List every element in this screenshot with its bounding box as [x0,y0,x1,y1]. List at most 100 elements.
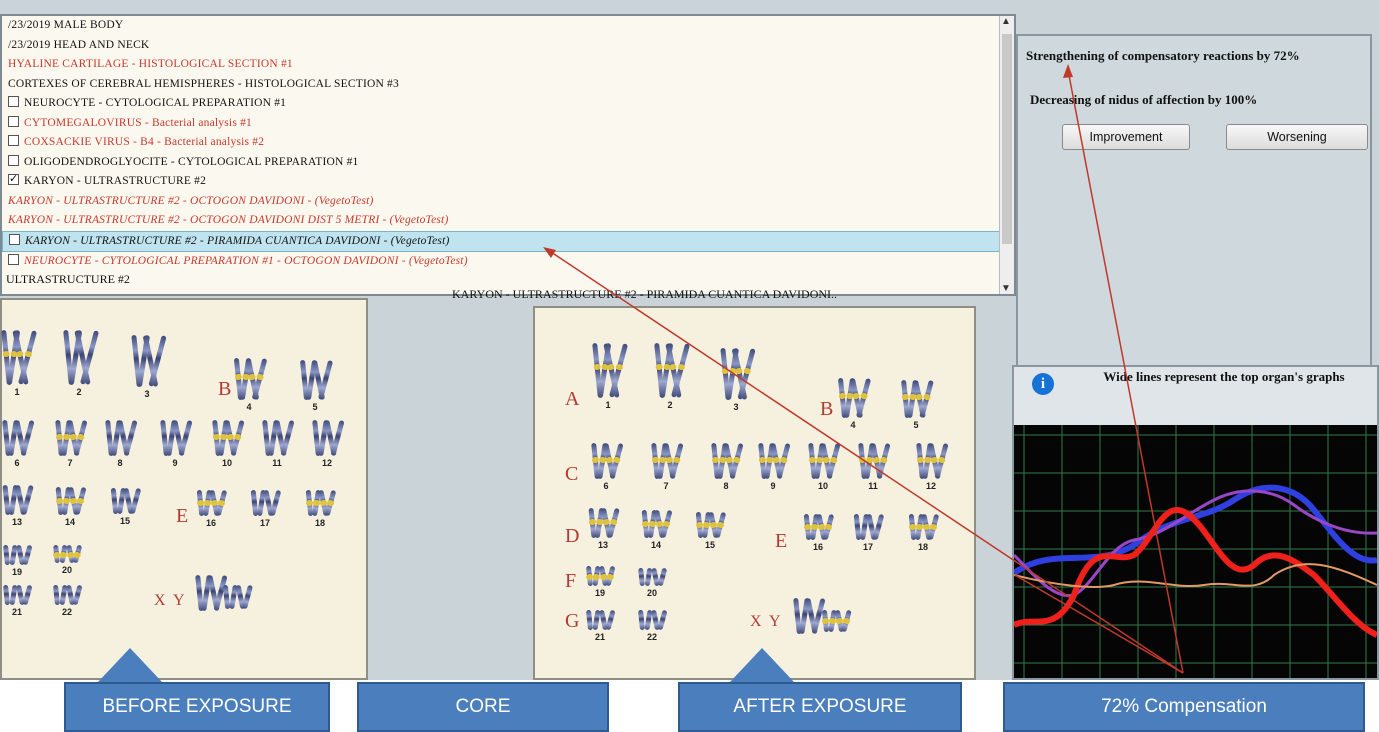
chromosome-number: 21 [11,607,22,617]
chromosome-number: 20 [646,588,657,598]
chromosome-pair: 15 [110,487,142,526]
list-item-checkbox[interactable] [9,233,20,245]
list-item-label: KARYON - ULTRASTRUCTURE #2 - PIRAMIDA CU… [25,234,450,247]
chromosome-number: 1 [605,400,611,410]
chromosome-pair: 20 [52,544,83,575]
chromosome-number: 19 [11,567,22,577]
chromosome-number: 21 [594,632,605,642]
chromatid [74,486,87,516]
chromatid [22,584,33,606]
chromosome-number: 8 [723,481,729,491]
chromatid [841,609,852,633]
list-item-label: KARYON - ULTRASTRUCTURE #2 - OCTOGON DAV… [8,214,449,226]
chromosome-pair: 19 [585,565,616,598]
chromosome-pair: 5 [299,359,334,412]
sex-chromosome-label: X Y [154,592,187,609]
list-item[interactable]: /23/2019 HEAD AND NECK [2,36,1014,56]
chromosome-pair: 8 [711,442,744,491]
worsening-button[interactable]: Worsening [1226,124,1368,150]
list-item-checkbox[interactable] [8,115,19,127]
list-item-checkbox[interactable] [8,154,19,166]
scroll-down-icon[interactable]: ▼ [1001,283,1011,294]
list-item-checkbox[interactable] [8,254,19,265]
chromatid [72,544,83,564]
chromosome-pair: 6 [591,442,624,491]
list-item-checkbox[interactable] [8,170,19,190]
chromosome-number: 16 [205,518,216,528]
list-item[interactable]: COXSACKIE VIRUS - B4 - Bacterial analysi… [2,133,1014,153]
chromatid [714,511,727,539]
chromatid [927,513,940,541]
improvement-button[interactable]: Improvement [1062,124,1190,150]
list-item[interactable]: HYALINE CARTILAGE - HISTOLOGICAL SECTION… [2,55,1014,75]
chromosome-pair: 5 [901,379,934,430]
chromosome-number: 5 [312,402,318,412]
chromosome-number: 12 [321,458,332,468]
chromosome-pair: 10 [808,442,841,491]
chromosome-group-label: F [565,570,577,592]
chromosome-number: 18 [917,542,928,552]
chromatid [605,609,616,631]
list-item-checkbox[interactable] [8,96,19,107]
chromosome-pair [195,574,228,612]
list-item-label: OLIGODENDROGLYOCITE - CYTOLOGICAL PREPAR… [24,155,359,168]
chromosome-pair: 12 [916,442,949,491]
list-item[interactable]: NEUROCYTE - CYTOLOGICAL PREPARATION #1 -… [2,252,1014,272]
app-screen: ▲ ▼ /23/2019 MALE BODY/23/2019 HEAD AND … [0,0,1379,680]
chromosome-pair: 21 [2,584,33,617]
chromosome-number: 4 [850,420,856,430]
list-item-label: NEUROCYTE - CYTOLOGICAL PREPARATION #1 [24,97,287,109]
chromosome-number: 22 [646,632,657,642]
chromatid [872,513,885,541]
list-item[interactable]: KARYON - ULTRASTRUCTURE #2 [2,170,1014,192]
chromosome-number: 4 [246,402,252,412]
list-item-checkbox[interactable] [8,135,19,146]
chromosome-pair: 10 [212,419,245,468]
chromosome-number: 2 [667,400,673,410]
chromosome-pair: 11 [262,419,295,468]
chromosome-number: 18 [314,518,325,528]
chromosome-pair: 9 [758,442,791,491]
karyotype-before-panel: 1 2 3 B 4 5 6 7 8 9 10 11 12 13 14 15 E 16 17 18 19 20 21 22 X Y [0,298,368,680]
chromosome-number: 22 [61,607,72,617]
chromosome-number: 1 [14,387,20,397]
callout-tip-before [98,648,162,682]
list-item[interactable]: CORTEXES OF CEREBRAL HEMISPHERES - HISTO… [2,75,1014,95]
chromosome-pair: 4 [837,377,872,430]
chromosome-number: 11 [272,458,282,468]
chromosome-number: 10 [817,481,828,491]
organ-list-panel[interactable]: ▲ ▼ /23/2019 MALE BODY/23/2019 HEAD AND … [0,14,1016,296]
karyotype-after-panel: A 1 2 3 B 4 5 C 6 7 8 9 10 11 12 D 13 14 15 E 16 17 18 F 19 20 G 21… [533,306,976,680]
list-item-label: CYTOMEGALOVIRUS - Bacterial analysis #1 [24,116,252,129]
scroll-thumb[interactable] [1002,34,1012,244]
chromosome-pair: 20 [638,567,668,598]
scroll-up-icon[interactable]: ▲ [1001,16,1011,27]
chromatid [241,584,254,610]
list-item[interactable]: KARYON - ULTRASTRUCTURE #2 - OCTOGON DAV… [2,192,1014,212]
list-item[interactable]: /23/2019 MALE BODY [2,16,1014,36]
callout-core: CORE [357,682,609,732]
chromosome-group-label: B [820,398,834,420]
chromosome-group-label: C [565,463,579,485]
chromosome-group-label: E [775,530,788,552]
chromosome-pair: 22 [52,584,83,617]
list-item[interactable]: NEUROCYTE - CYTOLOGICAL PREPARATION #1 [2,94,1014,114]
list-scrollbar[interactable]: ▲ ▼ [999,16,1014,294]
list-item-label: CORTEXES OF CEREBRAL HEMISPHERES - HISTO… [8,77,399,90]
chromosome-pair: 2 [63,329,100,397]
organ-graph-panel: i Wide lines represent the top organ's g… [1012,365,1379,680]
chromosome-number: 15 [704,540,715,550]
list-item[interactable]: CYTOMEGALOVIRUS - Bacterial analysis #1 [2,114,1014,134]
compensation-message: Strengthening of compensatory reactions … [1026,48,1300,63]
list-item[interactable]: KARYON - ULTRASTRUCTURE #2 - OCTOGON DAV… [2,211,1014,231]
nidus-message: Decreasing of nidus of affection by 100% [1030,92,1258,107]
list-item-selected[interactable]: KARYON - ULTRASTRUCTURE #2 - PIRAMIDA CU… [2,230,1014,252]
list-item-label: HYALINE CARTILAGE - HISTOLOGICAL SECTION… [8,58,293,70]
chromosome-pair: 16 [803,513,835,552]
list-item[interactable]: OLIGODENDROGLYOCITE - CYTOLOGICAL PREPAR… [2,153,1014,173]
info-icon[interactable]: i [1032,373,1054,395]
chromosome-pair: 18 [305,489,337,528]
callout-before-exposure: BEFORE EXPOSURE [64,682,330,732]
chromosome-number: 20 [61,565,72,575]
chromatid [660,509,673,539]
